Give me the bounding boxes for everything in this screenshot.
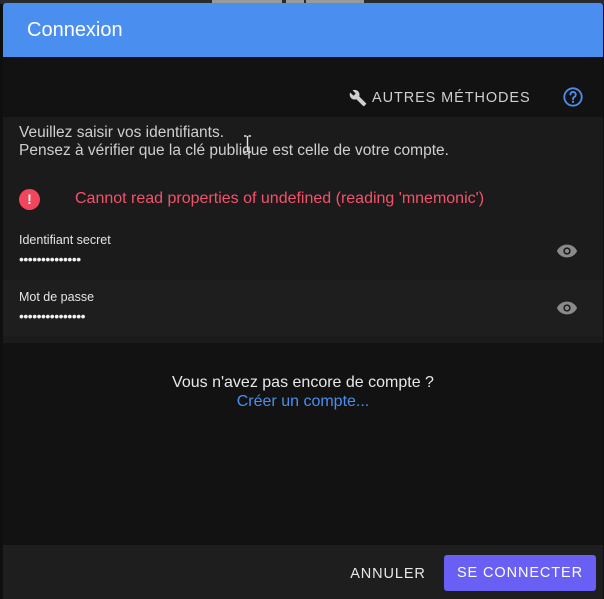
login-dialog: Connexion AUTRES MÉTHODES Veuillez saisi… — [3, 3, 603, 599]
other-methods-button[interactable]: AUTRES MÉTHODES — [349, 83, 531, 113]
text-cursor-icon — [244, 135, 251, 153]
wrench-icon — [349, 89, 367, 107]
connect-button[interactable]: SE CONNECTER — [444, 555, 596, 591]
instructions-line-1: Veuillez saisir vos identifiants. — [19, 124, 225, 141]
password-label: Mot de passe — [19, 290, 95, 304]
secret-identifier-label: Identifiant secret — [19, 233, 111, 247]
secret-identifier-input[interactable]: •••••••••••••• — [19, 251, 81, 267]
dialog-header: Connexion — [3, 3, 603, 57]
signup-question: Vous n'avez pas encore de compte ? — [172, 374, 434, 391]
eye-icon[interactable] — [556, 243, 578, 259]
instructions-text: Veuillez saisir vos identifiants. Pensez… — [19, 124, 449, 160]
error-text: Cannot read properties of undefined (rea… — [75, 190, 485, 207]
secret-identifier-field[interactable]: Identifiant secret •••••••••••••• — [3, 223, 603, 279]
credentials-panel: Veuillez saisir vos identifiants. Pensez… — [3, 117, 603, 343]
cancel-button[interactable]: ANNULER — [343, 556, 433, 592]
dialog-footer: ANNULER SE CONNECTER — [3, 545, 603, 599]
other-methods-label: AUTRES MÉTHODES — [372, 90, 531, 106]
instructions-line-2: Pensez à vérifier que la clé publique es… — [19, 142, 449, 159]
eye-icon[interactable] — [556, 300, 578, 316]
password-field[interactable]: Mot de passe ••••••••••••••• — [3, 280, 603, 336]
error-message: ! Cannot read properties of undefined (r… — [19, 187, 484, 211]
password-input[interactable]: ••••••••••••••• — [19, 308, 86, 324]
error-icon: ! — [19, 188, 40, 210]
create-account-link[interactable]: Créer un compte... — [3, 393, 603, 411]
signup-section: Vous n'avez pas encore de compte ? Créer… — [3, 374, 603, 411]
dialog-title: Connexion — [27, 18, 123, 41]
help-circle-icon[interactable] — [562, 86, 584, 108]
dialog-toolbar: AUTRES MÉTHODES — [3, 83, 603, 113]
